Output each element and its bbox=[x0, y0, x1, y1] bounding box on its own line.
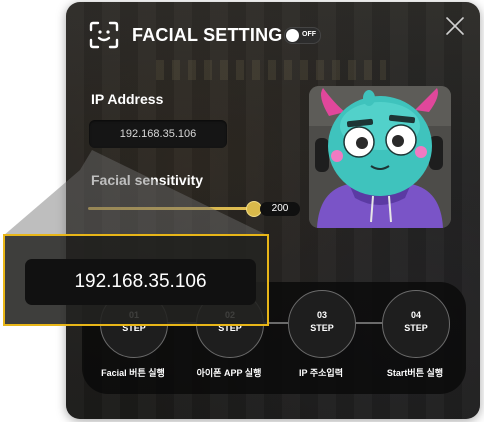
step-04-caption: Start버튼 실행 bbox=[386, 368, 444, 378]
step-connector bbox=[354, 322, 382, 324]
close-icon[interactable] bbox=[445, 16, 465, 36]
sensitivity-slider[interactable] bbox=[88, 201, 262, 217]
zoomed-ip-field: 192.168.35.106 bbox=[25, 259, 256, 305]
facial-toggle[interactable]: OFF bbox=[284, 27, 321, 44]
step-number: 04 bbox=[410, 310, 421, 320]
step-02-caption: 아이폰 APP 실행 bbox=[196, 368, 262, 378]
sensitivity-label: Facial sensitivity bbox=[91, 172, 204, 188]
dialog-title: FACIAL SETTING bbox=[132, 25, 283, 45]
character-image bbox=[309, 86, 451, 228]
sensitivity-value: 200 bbox=[260, 202, 300, 216]
step-03: 03 STEP bbox=[288, 290, 356, 358]
face-scan-icon bbox=[89, 21, 119, 49]
step-word: STEP bbox=[404, 323, 428, 333]
toggle-knob bbox=[286, 29, 299, 42]
toggle-state-label: OFF bbox=[302, 31, 316, 38]
step-03-caption: IP 주소입력 bbox=[299, 368, 343, 378]
step-04: 04 STEP bbox=[382, 290, 450, 358]
step-01-caption: Facial 버튼 실행 bbox=[101, 368, 165, 378]
sensitivity-slider-fill bbox=[88, 207, 253, 210]
step-number: 03 bbox=[316, 310, 327, 320]
ip-address-label: IP Address bbox=[91, 91, 164, 107]
character-preview bbox=[309, 86, 451, 228]
ip-zoom-callout: 192.168.35.106 bbox=[3, 234, 269, 326]
step-word: STEP bbox=[310, 323, 334, 333]
background-bunting bbox=[156, 60, 386, 80]
ip-address-input[interactable]: 192.168.35.106 bbox=[89, 120, 227, 148]
